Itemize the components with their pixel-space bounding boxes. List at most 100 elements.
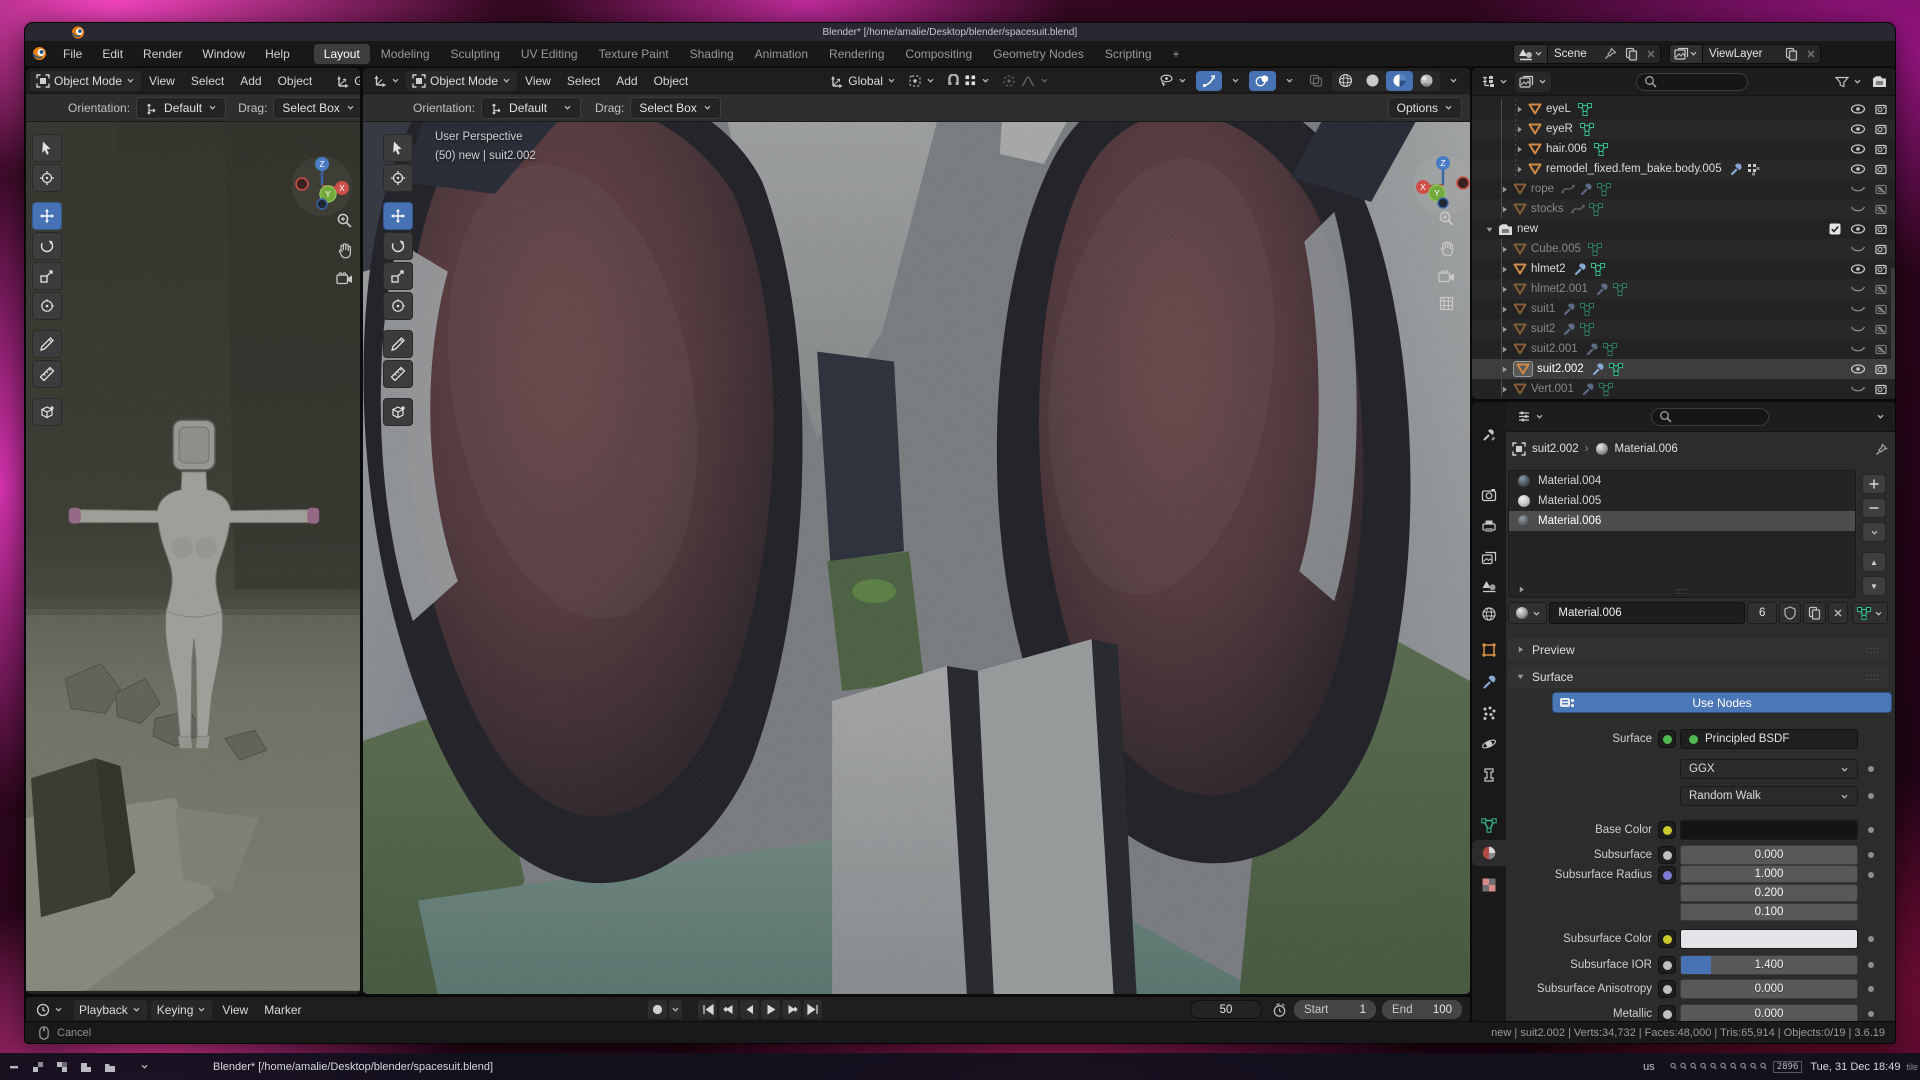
- viewport-main[interactable]: Object Mode ViewSelectAddObject Global: [362, 67, 1471, 995]
- properties-tab-tool[interactable]: [1472, 422, 1506, 448]
- viewport-menu-object[interactable]: Object: [270, 72, 321, 90]
- menu-window[interactable]: Window: [192, 44, 255, 64]
- outliner-item-suit2.001[interactable]: suit2.001: [1472, 339, 1896, 359]
- tool-annotate[interactable]: [32, 330, 62, 358]
- color-swatch[interactable]: [1680, 820, 1858, 840]
- meshdata-icon[interactable]: [1603, 343, 1617, 356]
- viewlayer-name[interactable]: ViewLayer: [1703, 48, 1781, 60]
- play-button[interactable]: [761, 1000, 780, 1019]
- tool-select-box[interactable]: [383, 134, 413, 162]
- hide-viewport-toggle[interactable]: [1850, 324, 1866, 334]
- expand-toggle[interactable]: [1497, 365, 1511, 374]
- gizmo-dropdown[interactable]: [1225, 71, 1246, 91]
- timeline-menu-marker[interactable]: Marker: [258, 1000, 307, 1020]
- clock[interactable]: Tue, 31 Dec 18:49: [1810, 1061, 1900, 1073]
- timeline-menu-playback[interactable]: Playback: [73, 1000, 147, 1020]
- previous-frame-button[interactable]: [740, 1000, 759, 1019]
- socket-icon[interactable]: [1658, 866, 1676, 884]
- expand-toggle[interactable]: [1497, 305, 1511, 314]
- wrench-icon[interactable]: [1729, 162, 1743, 176]
- tray-icon-7[interactable]: [1729, 1062, 1737, 1071]
- meshdata-icon[interactable]: [1591, 263, 1605, 276]
- disable-render-toggle[interactable]: [1875, 203, 1890, 215]
- hide-viewport-toggle[interactable]: [1850, 144, 1866, 154]
- tool-rotate[interactable]: [383, 232, 413, 260]
- properties-tab-output[interactable]: [1472, 513, 1506, 539]
- new-viewlayer-icon[interactable]: [1781, 45, 1802, 63]
- tool-scale[interactable]: [383, 262, 413, 290]
- pan-hand-icon[interactable]: [1439, 240, 1455, 257]
- properties-tab-constraints[interactable]: [1472, 762, 1506, 788]
- meshdata-icon[interactable]: [1578, 103, 1592, 116]
- navigation-gizmo[interactable]: Z X Y: [290, 154, 354, 218]
- disable-render-toggle[interactable]: [1875, 243, 1890, 255]
- frame-start-field[interactable]: Start1: [1294, 1000, 1376, 1019]
- socket-icon[interactable]: [1658, 956, 1676, 974]
- color-swatch[interactable]: [1680, 929, 1858, 949]
- meshdata-icon[interactable]: [1589, 203, 1603, 216]
- hide-viewport-toggle[interactable]: [1850, 244, 1866, 254]
- decorator-dot[interactable]: [1868, 872, 1874, 878]
- tab-shading[interactable]: Shading: [680, 44, 744, 64]
- hide-viewport-toggle[interactable]: [1850, 164, 1866, 174]
- outliner-item-new[interactable]: new: [1472, 219, 1896, 239]
- menu-file[interactable]: File: [53, 44, 92, 64]
- properties-tab-data[interactable]: [1472, 812, 1506, 838]
- tool-cursor[interactable]: [383, 164, 413, 192]
- orientation-dropdown[interactable]: Default: [481, 97, 581, 119]
- tab-layout[interactable]: Layout: [314, 44, 370, 64]
- outliner-item-suit1[interactable]: suit1: [1472, 299, 1896, 319]
- menu-render[interactable]: Render: [133, 44, 192, 64]
- disable-render-toggle[interactable]: [1875, 183, 1890, 195]
- curve-icon[interactable]: [1571, 204, 1585, 214]
- show-object-types[interactable]: [1152, 71, 1193, 91]
- viewport-secondary[interactable]: Object Mode ViewSelectAddObject Global O…: [25, 67, 361, 995]
- hide-viewport-toggle[interactable]: [1850, 224, 1866, 234]
- hide-viewport-toggle[interactable]: [1850, 304, 1866, 314]
- timeline[interactable]: PlaybackKeyingViewMarker 50 Start1 End10…: [25, 996, 1471, 1023]
- current-frame-field[interactable]: 50: [1190, 1000, 1262, 1019]
- outliner-item-hlmet2.001[interactable]: hlmet2.001: [1472, 279, 1896, 299]
- tab-geometry-nodes[interactable]: Geometry Nodes: [983, 44, 1094, 64]
- hide-viewport-toggle[interactable]: [1850, 124, 1866, 134]
- disable-render-toggle[interactable]: [1875, 383, 1890, 395]
- socket-icon[interactable]: [1658, 930, 1676, 948]
- close-icon[interactable]: [1642, 45, 1660, 63]
- viewport-menu-add[interactable]: Add: [608, 72, 645, 90]
- meshdata-icon[interactable]: [1594, 143, 1608, 156]
- tray-icon-8[interactable]: [1739, 1062, 1747, 1071]
- hide-viewport-toggle[interactable]: [1850, 284, 1866, 294]
- properties-editor[interactable]: suit2.002 › Material.006 Material.004Mat…: [1471, 401, 1896, 1023]
- drag-dropdown[interactable]: Select Box: [630, 97, 720, 119]
- tray-icon-2[interactable]: [1679, 1062, 1687, 1071]
- timeline-menu-keying[interactable]: Keying: [151, 1000, 213, 1020]
- decorator-dot[interactable]: [1868, 962, 1874, 968]
- meshdata-icon[interactable]: [1599, 383, 1613, 396]
- disable-render-toggle[interactable]: [1875, 143, 1890, 155]
- tab-uv-editing[interactable]: UV Editing: [511, 44, 588, 64]
- launcher-icon-5[interactable]: [104, 1061, 116, 1073]
- outliner[interactable]: eyeL eyeR hair.006 remodel_fixed.fem_bak…: [1471, 67, 1896, 400]
- shading-dropdown[interactable]: [1443, 71, 1464, 91]
- particles-icon[interactable]: [1747, 163, 1760, 176]
- shading-rendered[interactable]: [1413, 71, 1440, 91]
- properties-tab-object[interactable]: [1472, 637, 1506, 663]
- select-dropdown[interactable]: Random Walk: [1680, 786, 1858, 806]
- previous-keyframe-button[interactable]: [719, 1000, 738, 1019]
- wrench-icon[interactable]: [1573, 262, 1587, 276]
- mode-selector[interactable]: Object Mode: [30, 71, 141, 91]
- orientation-pill-clipped[interactable]: Global: [330, 71, 360, 91]
- toggle-ortho-icon[interactable]: [1439, 296, 1454, 311]
- wrench-icon[interactable]: [1562, 322, 1576, 336]
- tool-scale[interactable]: [32, 262, 62, 290]
- tray-icon-4[interactable]: [1699, 1062, 1707, 1071]
- hide-viewport-toggle[interactable]: [1850, 344, 1866, 354]
- select-dropdown[interactable]: GGX: [1680, 759, 1858, 779]
- record-dropdown[interactable]: [669, 1000, 682, 1019]
- outliner-item-remodel_fixed.fem_bake.body.005[interactable]: remodel_fixed.fem_bake.body.005: [1472, 159, 1896, 179]
- outliner-item-eyeL[interactable]: eyeL: [1472, 99, 1896, 119]
- frame-end-field[interactable]: End100: [1382, 1000, 1462, 1019]
- viewport-menu-view[interactable]: View: [517, 72, 559, 90]
- disable-render-toggle[interactable]: [1875, 123, 1890, 135]
- scene-selector[interactable]: Scene: [1513, 44, 1661, 64]
